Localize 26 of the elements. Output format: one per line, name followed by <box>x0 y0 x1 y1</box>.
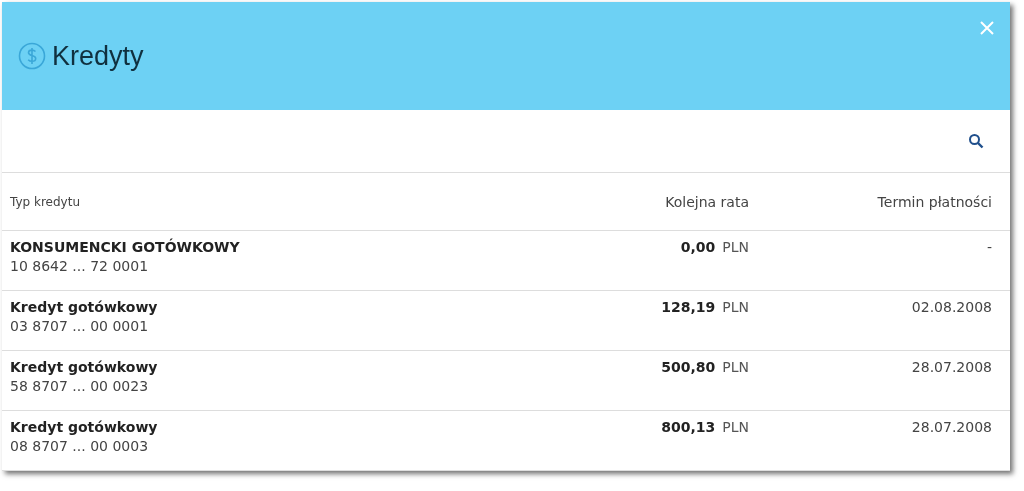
currency: PLN <box>722 239 749 255</box>
column-header: Termin płatności <box>876 193 993 210</box>
loan-name: Kredyt gotówkowy <box>10 419 159 435</box>
loan-name: Kredyt gotówkowy <box>10 359 159 375</box>
account-number: 58 8707 ... 00 0023 <box>10 378 150 394</box>
due-date: 28.07.2008 <box>911 359 992 375</box>
loan-name: KONSUMENCKI GOTÓWKOWY <box>10 239 241 255</box>
currency: PLN <box>722 419 749 435</box>
dollar-coin-icon <box>18 42 46 70</box>
currency: PLN <box>722 359 749 375</box>
installment-amount: 800,13 <box>661 419 716 435</box>
search-icon[interactable] <box>968 133 984 149</box>
installment-amount: 128,19 <box>661 299 716 315</box>
dialog-title: Kredyty <box>52 40 144 72</box>
currency: PLN <box>722 299 749 315</box>
column-header: Typ kredytu <box>10 194 82 209</box>
installment-amount: 0,00 <box>680 239 716 255</box>
account-number: 03 8707 ... 00 0001 <box>10 318 150 334</box>
loan-name: Kredyt gotówkowy <box>10 299 159 315</box>
column-header: Kolejna rata <box>664 193 749 210</box>
installment-amount: 500,80 <box>661 359 716 375</box>
due-date: 28.07.2008 <box>911 419 992 435</box>
account-number: 10 8642 ... 72 0001 <box>10 258 150 274</box>
account-number: 08 8707 ... 00 0003 <box>10 438 150 454</box>
due-date: - <box>986 239 992 255</box>
due-date: 02.08.2008 <box>911 299 992 315</box>
